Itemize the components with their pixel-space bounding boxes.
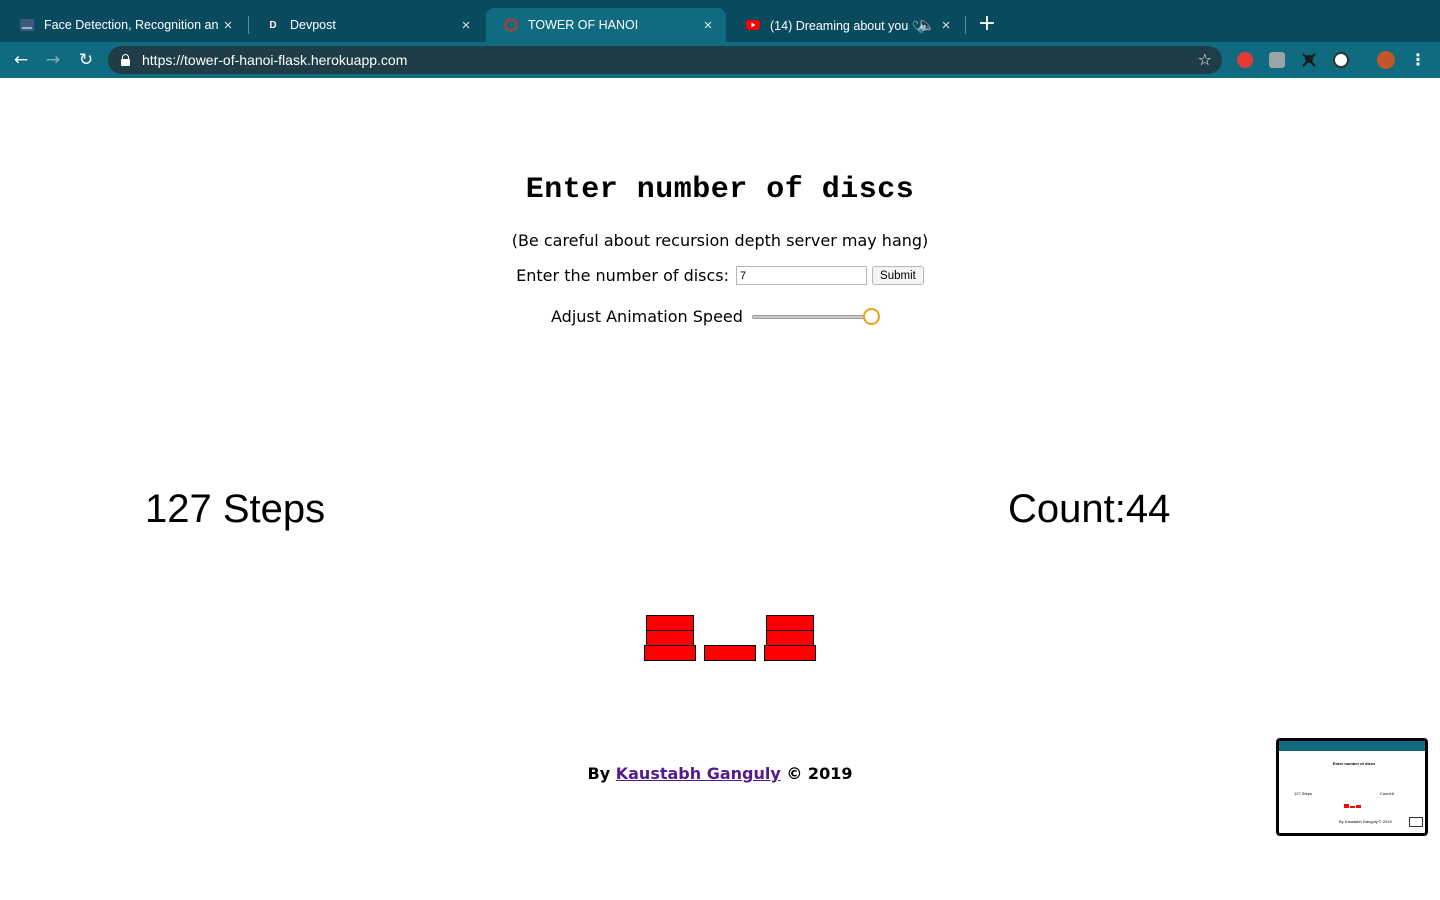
footer: By Kaustabh Ganguly © 2019 — [0, 764, 1440, 783]
preview-heading: Enter number of discs — [1333, 761, 1376, 766]
disc — [646, 630, 694, 646]
disc — [766, 615, 814, 631]
pirate-extension-icon[interactable] — [1301, 52, 1317, 68]
disc — [766, 630, 814, 646]
preview-footer: By Kaustabh Ganguly © 2019 — [1339, 819, 1392, 824]
menu-kebab-icon[interactable]: ⋮ — [1410, 50, 1426, 70]
devpost-icon: D — [269, 19, 277, 31]
preview-disc — [1344, 804, 1349, 808]
browser-toolbar: ← → ↻ https://tower-of-hanoi-flask.herok… — [0, 42, 1440, 78]
preview-disc — [1356, 805, 1361, 808]
tab-title: Face Detection, Recognition an — [44, 18, 219, 32]
lock-icon — [121, 54, 130, 66]
preview-disc — [1350, 806, 1355, 808]
tab-title: TOWER OF HANOI — [528, 18, 639, 32]
footer-prefix: By — [587, 764, 611, 783]
bookmark-star-icon[interactable]: ☆ — [1198, 50, 1212, 69]
close-icon[interactable]: × — [220, 17, 236, 34]
forward-arrow-icon[interactable]: → — [41, 49, 65, 71]
youtube-icon — [746, 18, 760, 32]
speaker-icon[interactable]: 🔈 — [917, 17, 936, 34]
footer-suffix: © 2019 — [786, 764, 853, 783]
adblock-extension-icon[interactable] — [1237, 52, 1253, 68]
tab-title: (14) Dreaming about you ♡ — [770, 18, 918, 33]
tab-title: Devpost — [290, 18, 336, 32]
preview-toolbar — [1279, 741, 1425, 751]
preview-steps: 127 Steps — [1294, 791, 1313, 796]
browser-tab-bar: Face Detection, Recognition an × D Devpo… — [0, 0, 1440, 42]
disc — [646, 615, 694, 631]
reload-icon[interactable]: ↻ — [74, 49, 98, 71]
page-preview-thumbnail[interactable]: Enter number of discs 127 Steps Count:6 … — [1276, 738, 1428, 836]
new-tab-button[interactable]: + — [976, 13, 998, 35]
page-content: Enter number of discs (Be careful about … — [0, 79, 1440, 900]
tab-devpost[interactable]: D Devpost × — [248, 8, 484, 42]
disc — [764, 645, 816, 661]
globe-icon — [504, 18, 518, 32]
back-arrow-icon[interactable]: ← — [9, 49, 33, 71]
avatar[interactable] — [1377, 51, 1395, 69]
extension-icon[interactable] — [1269, 52, 1285, 68]
tab-youtube[interactable]: (14) Dreaming about you ♡ 🔈 × — [728, 8, 964, 42]
tab-face-detection[interactable]: Face Detection, Recognition an × — [2, 8, 246, 42]
close-icon[interactable]: × — [700, 17, 716, 34]
disc — [644, 645, 696, 661]
close-icon[interactable]: × — [938, 17, 954, 34]
tab-divider — [965, 16, 966, 34]
disc — [704, 645, 756, 661]
preview-count: Count:6 — [1380, 791, 1395, 796]
timer-extension-icon[interactable] — [1333, 52, 1349, 68]
preview-viewport-box — [1409, 817, 1423, 827]
url-text[interactable]: https://tower-of-hanoi-flask.herokuapp.c… — [142, 52, 407, 68]
author-link[interactable]: Kaustabh Ganguly — [616, 764, 781, 783]
address-bar[interactable]: https://tower-of-hanoi-flask.herokuapp.c… — [108, 46, 1222, 74]
image-icon — [20, 18, 34, 32]
tab-tower-of-hanoi[interactable]: TOWER OF HANOI × — [486, 8, 726, 42]
close-icon[interactable]: × — [458, 17, 474, 34]
